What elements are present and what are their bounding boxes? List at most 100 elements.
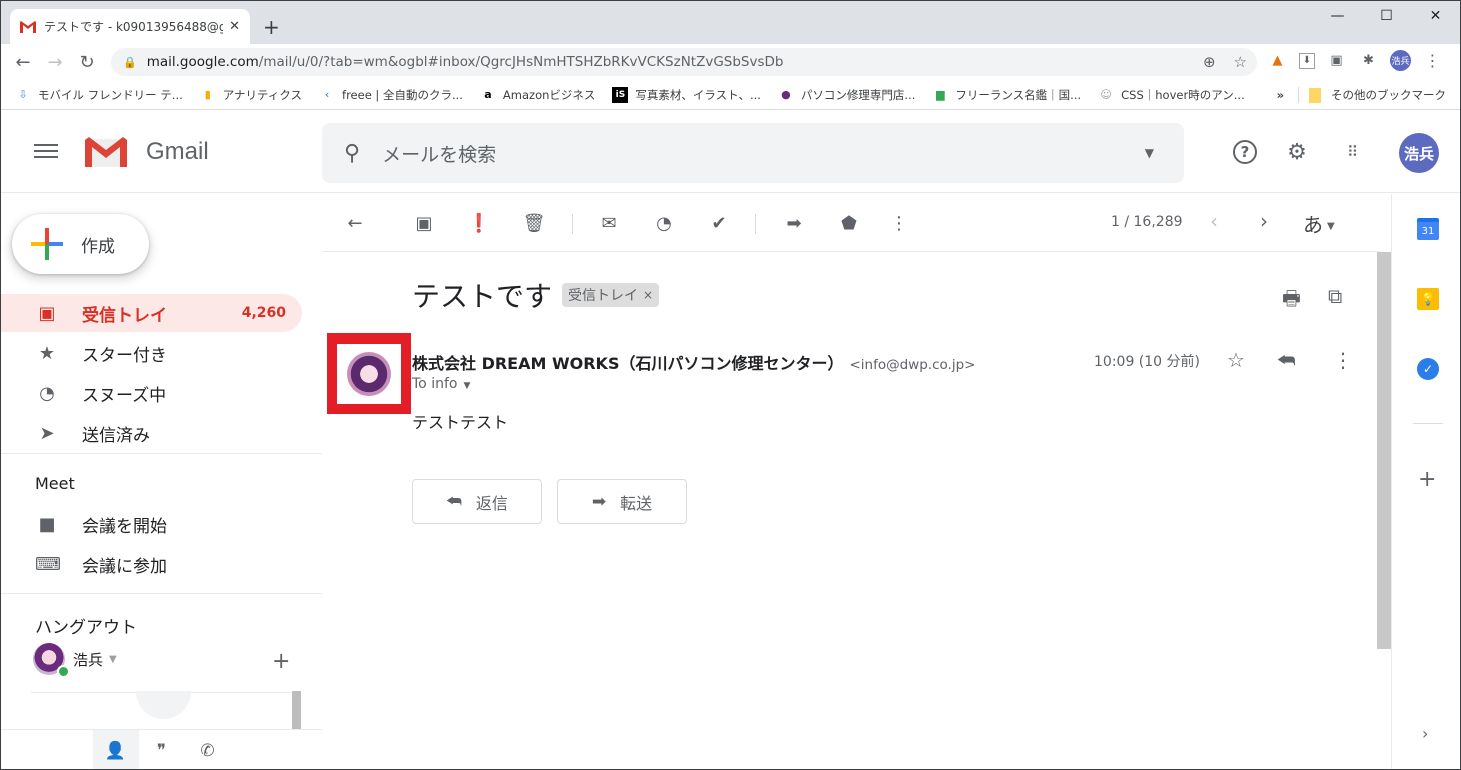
tab-close-icon[interactable]: ✕: [229, 19, 240, 34]
main-menu-icon[interactable]: [34, 141, 58, 161]
more-options-icon[interactable]: ⋮: [886, 210, 912, 236]
bookmarks-overflow-button[interactable]: »: [1277, 88, 1284, 102]
extensions-puzzle-icon[interactable]: ✱: [1358, 50, 1379, 71]
label-icon[interactable]: ⬟: [836, 210, 862, 236]
compose-button[interactable]: 作成: [12, 214, 149, 274]
sidebar-item-starred[interactable]: ★ スター付き: [1, 334, 302, 372]
css-icon: ☺: [1100, 88, 1112, 101]
browser-tab[interactable]: テストです - k09013956488@gmail ✕: [10, 9, 250, 44]
minimize-button[interactable]: —: [1313, 1, 1362, 31]
profile-avatar[interactable]: 浩兵: [1390, 50, 1411, 71]
sidebar-scrollbar[interactable]: [292, 691, 301, 729]
inbox-icon: ▣: [38, 302, 56, 324]
lighthouse-extension-icon[interactable]: ▲: [1267, 50, 1288, 71]
screen-capture-extension-icon[interactable]: ▣: [1326, 50, 1347, 71]
message-more-icon[interactable]: ⋮: [1333, 348, 1353, 372]
reply-icon[interactable]: ⮪: [1277, 348, 1296, 372]
bookmark-item[interactable]: ⇩ モバイル フレンドリー テ...: [15, 87, 182, 103]
maximize-button[interactable]: ☐: [1362, 1, 1411, 31]
star-message-icon[interactable]: ☆: [1227, 348, 1245, 372]
help-icon[interactable]: ?: [1233, 140, 1257, 164]
report-spam-icon[interactable]: ❗: [466, 210, 492, 236]
archive-icon[interactable]: ▣: [411, 210, 437, 236]
send-icon: ➤: [39, 422, 55, 444]
move-to-icon[interactable]: ➡: [781, 210, 807, 236]
settings-gear-icon[interactable]: ⚙: [1282, 137, 1312, 167]
get-addons-button[interactable]: +: [1418, 467, 1436, 492]
tasks-icon[interactable]: ✓: [1417, 358, 1439, 380]
sender-avatar-image: [347, 352, 391, 396]
calendar-icon[interactable]: 31: [1417, 218, 1439, 240]
remove-label-icon[interactable]: ×: [643, 288, 653, 302]
snooze-icon[interactable]: ◔: [651, 210, 677, 236]
sidebar-item-label: 受信トレイ: [82, 305, 167, 326]
bookmark-item[interactable]: a Amazonビジネス: [480, 87, 595, 103]
hangouts-tabs: 👤 ❞ ✆: [1, 729, 322, 769]
bookmark-item[interactable]: iS 写真素材、イラスト、...: [612, 86, 761, 103]
search-icon[interactable]: ⚲: [344, 141, 360, 166]
sidebar-item-label: 会議を開始: [82, 516, 167, 537]
download-extension-icon[interactable]: ⬇: [1299, 52, 1315, 69]
hangouts-user[interactable]: 浩兵 ▼: [33, 643, 117, 678]
sender-avatar[interactable]: [337, 344, 401, 404]
contacts-tab-icon[interactable]: 👤: [92, 730, 139, 769]
reply-button[interactable]: ⮪ 返信: [412, 479, 542, 524]
folder-icon: [1309, 87, 1321, 103]
bookmark-item[interactable]: ▆ フリーランス名鑑｜国...: [932, 87, 1081, 103]
message-subject: テストです: [412, 280, 553, 313]
recipients[interactable]: To info ▼: [412, 376, 470, 392]
account-avatar[interactable]: 浩兵: [1399, 133, 1439, 173]
sender-name[interactable]: 株式会社 DREAM WORKS（石川パソコン修理センター）: [412, 354, 843, 373]
search-options-icon[interactable]: ▼: [1145, 146, 1154, 160]
print-all-icon[interactable]: 🖶: [1282, 284, 1301, 318]
sidebar-item-inbox[interactable]: ▣ 受信トレイ 4,260: [1, 294, 302, 332]
inbox-unread-count: 4,260: [241, 305, 286, 321]
gmail-logo[interactable]: Gmail: [83, 135, 209, 169]
browser-menu-icon[interactable]: ⋮: [1422, 50, 1443, 71]
back-to-inbox-icon[interactable]: ←: [342, 210, 368, 236]
expand-side-panel-icon[interactable]: ›: [1422, 724, 1428, 743]
sidebar-item-sent[interactable]: ➤ 送信済み: [1, 414, 302, 452]
older-message-icon[interactable]: ›: [1260, 209, 1268, 233]
delete-icon[interactable]: 🗑: [521, 210, 547, 236]
search-input[interactable]: メールを検索: [382, 140, 496, 167]
bookmark-item[interactable]: ‹ freee | 全自動のクラ...: [319, 87, 463, 103]
forward-button[interactable]: →: [39, 52, 71, 73]
sidebar-item-join-meeting[interactable]: ⌨ 会議に参加: [1, 545, 302, 583]
star-icon: ★: [38, 342, 56, 364]
bookmark-item[interactable]: ▮ アナリティクス: [200, 87, 302, 103]
inbox-label-chip[interactable]: 受信トレイ ×: [562, 283, 660, 307]
new-conversation-button[interactable]: +: [272, 649, 290, 674]
conversations-tab-icon[interactable]: ❞: [139, 730, 185, 769]
phone-tab-icon[interactable]: ✆: [185, 730, 231, 769]
new-tab-button[interactable]: +: [263, 15, 280, 39]
other-bookmarks[interactable]: その他のブックマーク: [1331, 87, 1446, 103]
show-details-icon[interactable]: ▼: [463, 381, 470, 391]
newer-message-icon[interactable]: ‹: [1210, 209, 1218, 233]
open-new-window-icon[interactable]: ⧉: [1328, 284, 1342, 308]
bookmark-item[interactable]: ● パソコン修理専門店...: [778, 87, 915, 103]
back-button[interactable]: ←: [7, 52, 39, 73]
mark-unread-icon[interactable]: ✉: [596, 210, 622, 236]
status-dropdown-icon[interactable]: ▼: [109, 654, 117, 665]
main-scrollbar[interactable]: [1377, 252, 1391, 649]
sidebar-item-label: スター付き: [82, 345, 167, 366]
sidebar-item-snoozed[interactable]: ◔ スヌーズ中: [1, 374, 302, 412]
zoom-icon[interactable]: ⊕: [1203, 53, 1216, 71]
reply-arrow-icon: ⮪: [446, 491, 462, 512]
sidebar-item-start-meeting[interactable]: ■ 会議を開始: [1, 505, 302, 543]
toolbar-divider: [755, 214, 756, 234]
apps-grid-icon[interactable]: ⠿: [1337, 137, 1367, 167]
bookmark-star-icon[interactable]: ☆: [1234, 53, 1247, 71]
window-controls: — ☐ ✕: [1313, 1, 1460, 31]
reload-button[interactable]: ↻: [71, 52, 103, 73]
mail-search-bar[interactable]: ⚲ メールを検索 ▼: [322, 123, 1184, 183]
input-tools-button[interactable]: あ ▼: [1303, 209, 1335, 238]
address-bar[interactable]: 🔒 mail.google.com/mail/u/0/?tab=wm&ogbl#…: [111, 48, 1257, 76]
bookmark-item[interactable]: ☺ CSS｜hover時のアン...: [1098, 87, 1244, 103]
keep-icon[interactable]: 💡: [1417, 288, 1439, 310]
forward-button[interactable]: ➡ 転送: [557, 479, 687, 524]
add-to-tasks-icon[interactable]: ✔: [706, 210, 732, 236]
compose-label: 作成: [81, 236, 115, 257]
close-window-button[interactable]: ✕: [1411, 1, 1460, 31]
